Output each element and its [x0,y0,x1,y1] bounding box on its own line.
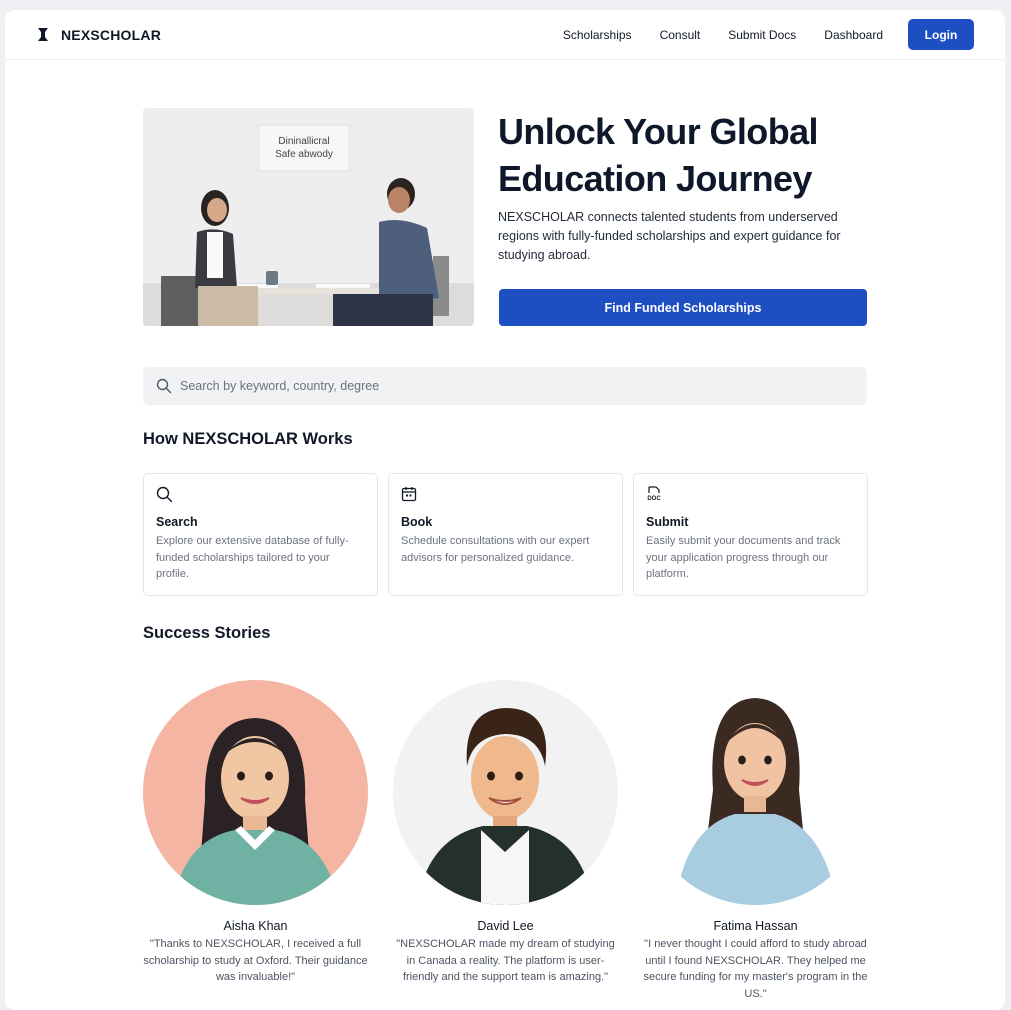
card-book[interactable]: Book Schedule consultations with our exp… [388,473,623,596]
card-book-description: Schedule consultations with our expert a… [401,535,590,564]
search-icon [156,378,172,394]
story-quote: "I never thought I could afford to study… [643,938,868,1000]
nav-link-dashboard[interactable]: Dashboard [824,28,883,42]
success-stories-heading: Success Stories [143,624,271,642]
card-submit-description: Easily submit your documents and track y… [646,535,841,580]
nav-link-submit-docs[interactable]: Submit Docs [728,28,796,42]
find-scholarships-button[interactable]: Find Funded Scholarships [499,289,867,326]
card-search-description: Explore our extensive database of fully-… [156,535,349,580]
avatar-david-illustration [393,680,618,905]
story-quote: "NEXSCHOLAR made my dream of studying in… [396,938,615,983]
nav-links: Scholarships Consult Submit Docs Dashboa… [563,28,883,42]
top-navbar: NEXSCHOLAR Scholarships Consult Submit D… [5,10,1005,60]
how-it-works-heading: How NEXSCHOLAR Works [143,430,353,448]
avatar [393,680,618,905]
story-name: David Lee [477,919,534,933]
avatar-aisha-illustration [143,680,368,905]
avatar [143,680,368,905]
hero-title: Unlock Your Global Education Journey [498,108,878,202]
nav-link-consult[interactable]: Consult [660,28,701,42]
hero-description: NEXSCHOLAR connects talented students fr… [498,210,841,262]
story-name: Fatima Hassan [713,919,798,933]
nav-link-scholarships[interactable]: Scholarships [563,28,632,42]
card-submit[interactable]: DOC Submit Easily submit your documents … [633,473,868,596]
calendar-icon [401,487,417,502]
how-it-works-cards: Search Explore our extensive database of… [143,473,868,596]
hero-title-line1: Unlock Your Global [498,111,819,152]
document-icon-label: DOC [647,496,661,502]
hero-illustration: Dininallicral Safe abwody [143,108,474,326]
story-card: Aisha Khan "Thanks to NEXSCHOLAR, I rece… [143,680,368,1002]
page-frame: NEXSCHOLAR Scholarships Consult Submit D… [5,10,1005,1010]
search-icon [156,486,173,503]
login-button[interactable]: Login [908,19,974,50]
brand-logo-icon [38,28,48,41]
hero-title-line2: Education Journey [498,158,812,199]
search-input[interactable] [180,379,830,393]
brand-name: NEXSCHOLAR [61,26,162,43]
story-card: David Lee "NEXSCHOLAR made my dream of s… [393,680,618,1002]
card-book-title: Book [401,515,433,529]
hero-sign-line1: Dininallicral [278,136,329,147]
hero-sign-line2: Safe abwody [275,149,333,160]
story-card: Fatima Hassan "I never thought I could a… [643,680,868,1002]
card-search-title: Search [156,515,198,529]
card-search[interactable]: Search Explore our extensive database of… [143,473,378,596]
avatar-fatima-illustration [643,680,868,905]
document-icon: DOC [647,486,661,502]
story-quote: "Thanks to NEXSCHOLAR, I received a full… [143,938,368,983]
story-name: Aisha Khan [223,919,288,933]
brand[interactable]: NEXSCHOLAR [37,27,161,43]
card-submit-title: Submit [646,515,689,529]
hero-image: Dininallicral Safe abwody [143,108,474,326]
search-bar[interactable] [143,367,867,405]
avatar [643,680,868,905]
success-stories: Aisha Khan "Thanks to NEXSCHOLAR, I rece… [143,680,868,1002]
